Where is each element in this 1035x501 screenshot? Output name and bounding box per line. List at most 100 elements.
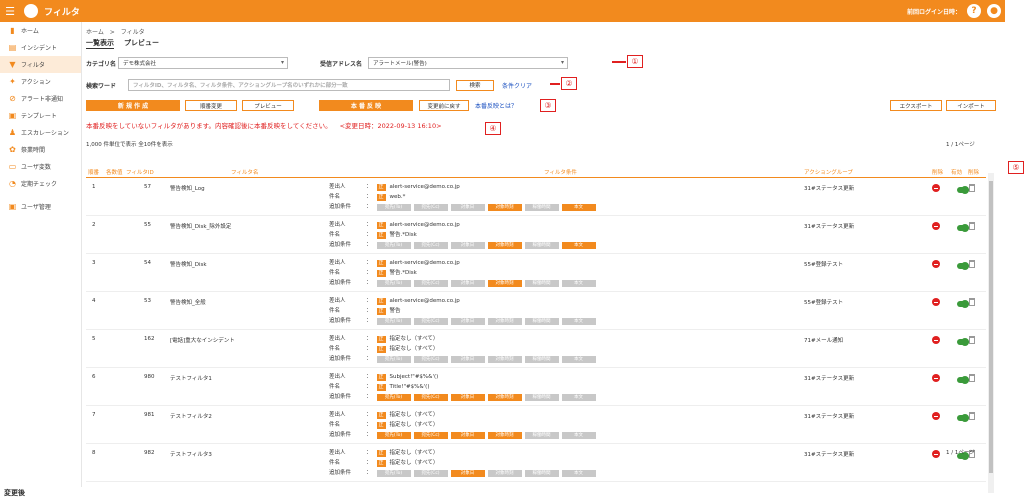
last-login-label: 前回ログイン日時：: [906, 8, 961, 16]
filter-name[interactable]: テストフィルタ2: [170, 412, 212, 420]
variable-icon: ▭: [8, 162, 17, 171]
sidebar-item[interactable]: ▤ インシデント: [0, 39, 81, 56]
condition-chip: 対象時刻: [487, 356, 522, 363]
enabled-toggle[interactable]: [957, 262, 969, 270]
trash-icon[interactable]: [969, 412, 975, 420]
new-button[interactable]: 新 規 作 成: [86, 100, 180, 111]
filter-name[interactable]: 警告検知_Log: [170, 184, 205, 192]
filter-name[interactable]: 警告検知_Disk: [170, 260, 207, 268]
table-row[interactable]: 5 162 [電話]重大なインシデント 差出人 件名 追加条件 ： 正指定なし（すべて） ： 正指…: [86, 330, 986, 368]
toolbar: 新 規 作 成 順番変更 プレビュー 本 番 反 映 変更前に戻す 本番反映とは…: [86, 100, 517, 111]
search-input[interactable]: フィルタID、フィルタ名、フィルタ条件、アクショングループ名のいずれかに部分一致: [128, 79, 450, 91]
bar-chart-icon: ▮: [10, 26, 15, 35]
condition-chip: 宛先(Cc): [413, 280, 448, 287]
address-select[interactable]: アラートメール(警告) ▾: [368, 57, 568, 69]
scrollbar-thumb[interactable]: [989, 181, 993, 473]
colon: ：: [366, 460, 372, 466]
filter-name[interactable]: 警告検知_全般: [170, 298, 206, 306]
user-icon[interactable]: ●: [987, 4, 1001, 18]
minus-circle-icon[interactable]: [932, 260, 940, 268]
apply-help-link[interactable]: 本番反映とは？: [475, 101, 517, 110]
sidebar-item[interactable]: ▮ ホーム: [0, 22, 81, 39]
breadcrumb-home[interactable]: ホーム: [86, 29, 104, 36]
trash-icon[interactable]: [969, 184, 975, 192]
sidebar-item[interactable]: ✦ アクション: [0, 73, 81, 90]
trash-icon[interactable]: [969, 298, 975, 306]
tab-preview[interactable]: プレビュー: [124, 38, 159, 49]
trash-icon[interactable]: [969, 336, 975, 344]
condition-chip: 稼働時間: [524, 432, 559, 439]
minus-circle-icon[interactable]: [932, 184, 940, 192]
minus-circle-icon[interactable]: [932, 298, 940, 306]
table-row[interactable]: 3 54 警告検知_Disk 差出人 件名 追加条件 ： 正 alert-service@dem…: [86, 254, 986, 292]
table-row[interactable]: 4 53 警告検知_全般 差出人 件名 追加条件 ： 正 alert-service@demo.…: [86, 292, 986, 330]
trash-icon[interactable]: [969, 222, 975, 230]
help-icon[interactable]: ?: [967, 4, 981, 18]
filter-name[interactable]: テストフィルタ3: [170, 450, 212, 458]
table-row[interactable]: 2 55 警告検知_Disk_除外設定 差出人 件名 追加条件 ： 正 alert-servic…: [86, 216, 986, 254]
sidebar-item[interactable]: ◔ 定期チェック: [0, 175, 81, 192]
enabled-toggle[interactable]: [957, 338, 969, 346]
minus-circle-icon[interactable]: [932, 222, 940, 230]
subject-value: 指定なし（すべて）: [389, 346, 439, 352]
condition-chip: 稼働時間: [524, 356, 559, 363]
filter-id: 55: [144, 222, 151, 228]
address-value: アラートメール(警告): [373, 61, 427, 67]
colon: ：: [366, 204, 372, 210]
sidebar-item[interactable]: ▭ ユーザ変数: [0, 158, 81, 175]
runner-icon: ✦: [9, 77, 16, 86]
apply-button[interactable]: 本 番 反 映: [319, 100, 413, 111]
sidebar-item[interactable]: ▣ ユーザ管理: [0, 198, 81, 215]
sidebar-item[interactable]: ▣ テンプレート: [0, 107, 81, 124]
filter-name[interactable]: [電話]重大なインシデント: [170, 336, 235, 344]
subject-value: 警告.*Disk: [389, 270, 417, 276]
enabled-toggle[interactable]: [957, 224, 969, 232]
sidebar-item[interactable]: ♟ エスカレーション: [0, 124, 81, 141]
condition-chip: 稼働時間: [524, 280, 559, 287]
clear-conditions-link[interactable]: 条件クリア: [502, 81, 532, 90]
minus-circle-icon[interactable]: [932, 450, 940, 458]
sidebar-item[interactable]: ▼ フィルタ: [0, 56, 81, 73]
table-row[interactable]: 1 57 警告検知_Log 差出人 件名 追加条件 ： 正 alert-service@demo…: [86, 178, 986, 216]
breadcrumb-current: フィルタ: [120, 29, 145, 36]
condition-chip: 対象日: [450, 204, 485, 211]
order-button[interactable]: 順番変更: [185, 100, 237, 111]
table-row[interactable]: 7 981 テストフィルタ2 差出人 件名 追加条件 ： 正指定なし（すべて） ： 正指定なし（す…: [86, 406, 986, 444]
table-row[interactable]: 6 980 テストフィルタ1 差出人 件名 追加条件：正 Subject!"#$%&'()：…: [86, 368, 986, 406]
trash-icon[interactable]: [969, 374, 975, 382]
enabled-toggle[interactable]: [957, 186, 969, 194]
export-button[interactable]: エクスポート: [890, 100, 942, 111]
minus-circle-icon[interactable]: [932, 336, 940, 344]
sidebar-item[interactable]: ✿ 祭業時間: [0, 141, 81, 158]
revert-button[interactable]: 変更前に戻す: [419, 100, 469, 111]
sidebar-item-label: アラート非通知: [21, 96, 64, 103]
condition-chip: 宛先(To): [376, 242, 411, 249]
regex-badge: 正: [376, 384, 386, 391]
colon: ：: [366, 384, 372, 390]
minus-circle-icon[interactable]: [932, 412, 940, 420]
condition-chip: 本文: [561, 470, 596, 477]
enabled-toggle[interactable]: [957, 300, 969, 308]
search-button[interactable]: 検索: [456, 79, 494, 91]
filter-name[interactable]: テストフィルタ1: [170, 374, 212, 382]
tab-list[interactable]: 一覧表示: [86, 38, 114, 49]
trash-icon[interactable]: [969, 260, 975, 268]
sidebar-item[interactable]: ⊘ アラート非通知: [0, 90, 81, 107]
sidebar-item-label: 定期チェック: [21, 181, 58, 188]
condition-chip: 宛先(To): [376, 470, 411, 477]
table-row[interactable]: 8 982 テストフィルタ3 差出人 件名 追加条件 ： 正指定なし（すべて） ： 正指定なし（す…: [86, 444, 986, 482]
enabled-toggle[interactable]: [957, 414, 969, 422]
category-select[interactable]: デモ株式会社 ▾: [118, 57, 288, 69]
enabled-toggle[interactable]: [957, 376, 969, 384]
minus-circle-icon[interactable]: [932, 374, 940, 382]
import-button[interactable]: インポート: [946, 100, 996, 111]
filter-id: 162: [144, 336, 155, 342]
preview-button[interactable]: プレビュー: [242, 100, 294, 111]
table-scrollbar[interactable]: [988, 173, 994, 493]
condition-chip: 対象日: [450, 470, 485, 477]
colon: ：: [366, 356, 372, 362]
hamburger-menu-icon[interactable]: ☰: [0, 5, 20, 18]
filter-name[interactable]: 警告検知_Disk_除外設定: [170, 222, 231, 230]
condition-chip: 本文: [561, 394, 596, 401]
regex-badge: 正: [376, 260, 386, 267]
